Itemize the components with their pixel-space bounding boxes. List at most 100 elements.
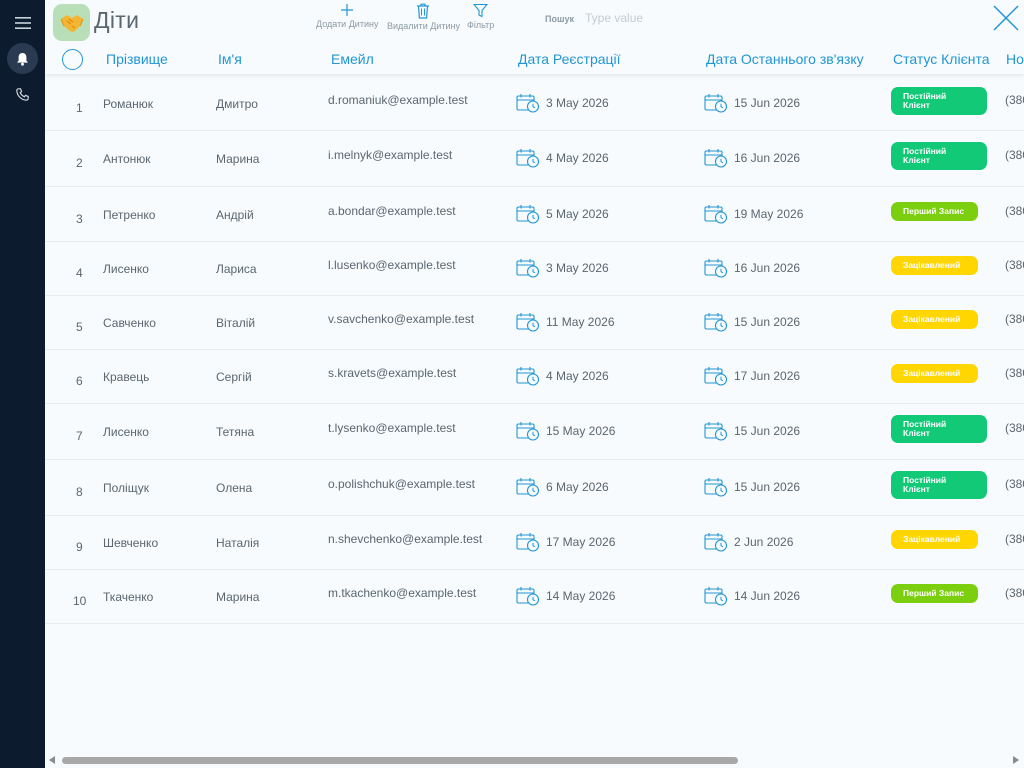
calendar-clock-icon: [704, 259, 728, 278]
email-cell: s.kravets@example.test: [328, 366, 457, 380]
calendar-clock-icon: [704, 533, 728, 552]
reg-date-text: 11 May 2026: [546, 315, 615, 329]
reg-date-cell: 5 May 2026: [516, 204, 609, 224]
phone-cell: (380: [1005, 366, 1024, 380]
scroll-left-arrow-icon[interactable]: [49, 756, 55, 764]
bell-icon: [17, 52, 28, 66]
status-badge: Перший Запис: [891, 202, 978, 221]
surname-cell: Лисенко: [103, 262, 149, 276]
column-header-reg-date[interactable]: Дата Реєстрації: [518, 51, 621, 67]
column-header-last-contact[interactable]: Дата Останнього зв'язку: [706, 51, 864, 67]
row-number: 1: [76, 101, 83, 115]
last-contact-cell: 15 Jun 2026: [704, 421, 800, 441]
search-input[interactable]: [585, 8, 735, 28]
name-cell: Олена: [216, 481, 253, 495]
add-child-button[interactable]: Додати Дитину: [316, 3, 378, 29]
name-cell: Віталій: [216, 316, 256, 330]
email-cell: t.lysenko@example.test: [328, 421, 456, 435]
page-title: Діти: [94, 7, 140, 33]
reg-date-cell: 6 May 2026: [516, 477, 609, 497]
reg-date-cell: 4 May 2026: [516, 366, 609, 386]
phone-cell: (380: [1005, 204, 1024, 218]
calendar-clock-icon: [516, 422, 540, 441]
filter-icon: [473, 3, 489, 18]
row-number: 2: [76, 156, 83, 170]
table-row[interactable]: 5 Савченко Віталій v.savchenko@example.test…: [45, 296, 1024, 350]
reg-date-text: 3 May 2026: [546, 261, 609, 275]
close-button[interactable]: [992, 4, 1020, 32]
table-header: Прізвище Ім'я Емейл Дата Реєстрації Дата…: [45, 44, 1024, 74]
add-child-label: Додати Дитину: [316, 19, 379, 29]
select-all-checkbox[interactable]: [62, 49, 83, 70]
surname-cell: Шевченко: [103, 536, 159, 550]
surname-cell: Антонюк: [103, 152, 151, 166]
table-row[interactable]: 1 Романюк Дмитро d.romaniuk@example.test 3 M…: [45, 76, 1024, 131]
name-cell: Дмитро: [216, 97, 258, 111]
status-badge: Перший Запис: [891, 584, 978, 603]
reg-date-cell: 3 May 2026: [516, 93, 609, 113]
status-badge: Зацікавлений: [891, 310, 978, 329]
calls-button[interactable]: [7, 79, 38, 110]
calendar-clock-icon: [704, 205, 728, 224]
reg-date-text: 4 May 2026: [546, 369, 609, 383]
last-contact-text: 15 Jun 2026: [734, 424, 801, 438]
reg-date-text: 6 May 2026: [546, 480, 609, 494]
horizontal-scrollbar[interactable]: [45, 752, 1024, 768]
calendar-clock-icon: [704, 587, 728, 606]
handshake-icon: [59, 14, 84, 32]
phone-icon: [16, 88, 29, 101]
email-cell: n.shevchenko@example.test: [328, 532, 483, 546]
name-cell: Лариса: [216, 262, 257, 276]
status-badge: Постійний Клієнт: [891, 415, 987, 443]
column-header-name[interactable]: Ім'я: [218, 51, 242, 67]
scroll-right-arrow-icon[interactable]: [1013, 756, 1019, 764]
reg-date-text: 15 May 2026: [546, 424, 616, 438]
calendar-clock-icon: [704, 478, 728, 497]
table-row[interactable]: 3 Петренко Андрій a.bondar@example.test 5 Ma…: [45, 187, 1024, 242]
table-row[interactable]: 7 Лисенко Тетяна t.lysenko@example.test 15 M…: [45, 404, 1024, 460]
name-cell: Наталія: [216, 536, 260, 550]
filter-button[interactable]: Фільтр: [467, 3, 494, 30]
last-contact-text: 14 Jun 2026: [734, 589, 801, 603]
last-contact-text: 15 Jun 2026: [734, 315, 801, 329]
surname-cell: Петренко: [103, 208, 156, 222]
email-cell: o.polishchuk@example.test: [328, 477, 475, 491]
reg-date-text: 5 May 2026: [546, 207, 609, 221]
delete-child-button[interactable]: Видалити Дитину: [387, 3, 460, 31]
row-number: 4: [76, 266, 83, 280]
scroll-thumb[interactable]: [62, 757, 738, 764]
name-cell: Андрій: [216, 208, 254, 222]
table-row[interactable]: 9 Шевченко Наталія n.shevchenko@example.tes…: [45, 516, 1024, 570]
reg-date-cell: 4 May 2026: [516, 148, 609, 168]
status-badge: Постійний Клієнт: [891, 142, 987, 170]
column-header-status[interactable]: Статус Клієнта: [893, 51, 990, 67]
table-row[interactable]: 6 Кравець Сергій s.kravets@example.test 4 Ma…: [45, 350, 1024, 404]
sidebar: [0, 0, 45, 768]
column-header-surname[interactable]: Прізвище: [106, 51, 168, 67]
phone-cell: (380: [1005, 477, 1024, 491]
last-contact-cell: 15 Jun 2026: [704, 477, 800, 497]
last-contact-cell: 17 Jun 2026: [704, 366, 800, 386]
status-badge: Постійний Клієнт: [891, 87, 987, 115]
table-row[interactable]: 4 Лисенко Лариса l.lusenko@example.test 3 Ma…: [45, 242, 1024, 296]
phone-cell: (380: [1005, 421, 1024, 435]
table-row[interactable]: 10 Ткаченко Марина m.tkachenko@example.test…: [45, 570, 1024, 624]
last-contact-cell: 2 Jun 2026: [704, 532, 793, 552]
column-header-phone[interactable]: Но: [1006, 51, 1024, 67]
column-header-email[interactable]: Емейл: [331, 51, 374, 67]
last-contact-cell: 16 Jun 2026: [704, 258, 800, 278]
table-row[interactable]: 8 Поліщук Олена o.polishchuk@example.test 6 …: [45, 460, 1024, 516]
email-cell: a.bondar@example.test: [328, 204, 456, 218]
menu-button[interactable]: [7, 7, 38, 38]
table-row[interactable]: 2 Антонюк Марина i.melnyk@example.test 4 May…: [45, 131, 1024, 187]
email-cell: i.melnyk@example.test: [328, 148, 453, 162]
reg-date-cell: 3 May 2026: [516, 258, 609, 278]
phone-cell: (380: [1005, 312, 1024, 326]
row-number: 10: [73, 594, 87, 608]
calendar-clock-icon: [516, 367, 540, 386]
last-contact-text: 19 May 2026: [734, 207, 804, 221]
filter-label: Фільтр: [467, 20, 495, 30]
notifications-button[interactable]: [7, 43, 38, 74]
calendar-clock-icon: [516, 94, 540, 113]
last-contact-text: 15 Jun 2026: [734, 96, 801, 110]
